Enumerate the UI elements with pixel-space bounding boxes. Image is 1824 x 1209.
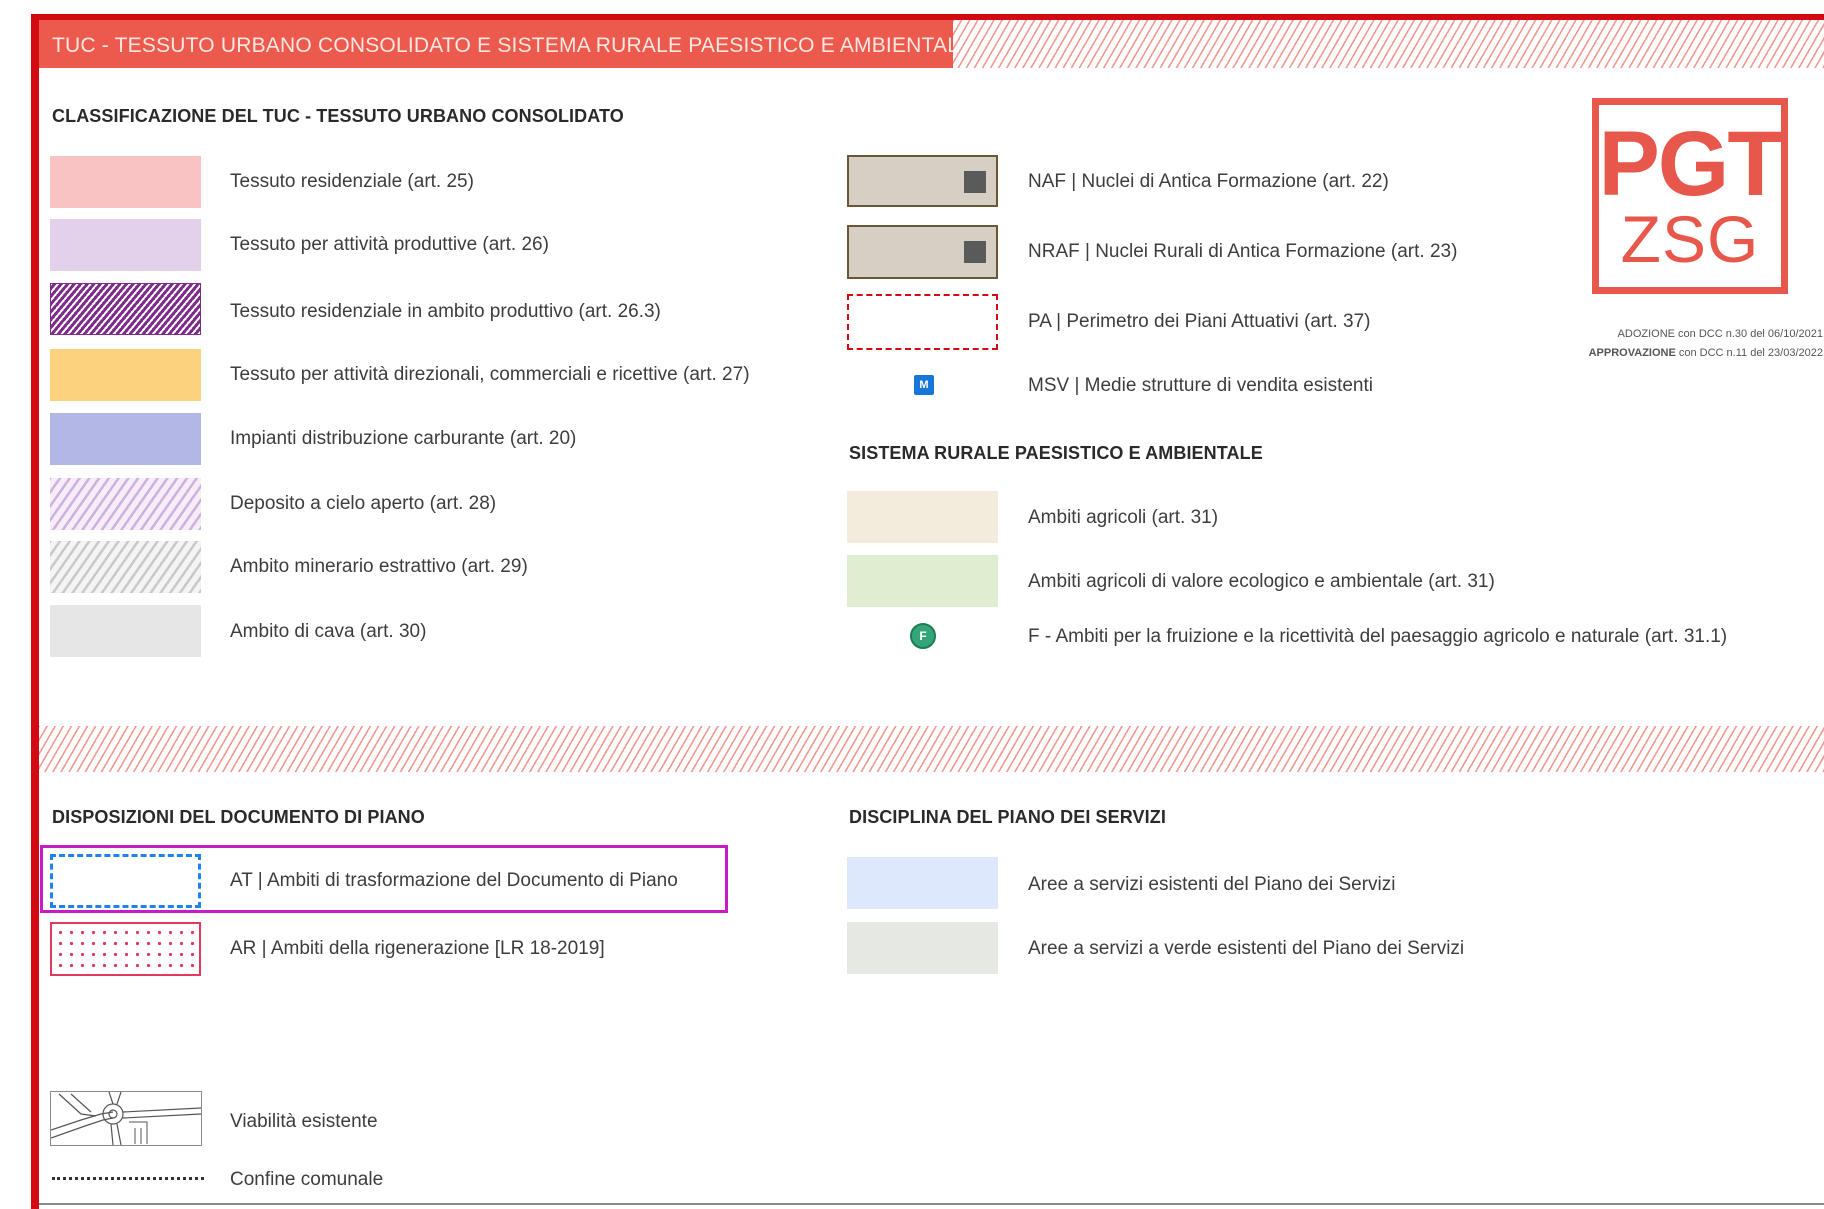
legend-label-viabilita: Viabilità esistente: [230, 1111, 378, 1132]
header-hatch-band: [953, 20, 1824, 68]
legend-label-ambito-cava: Ambito di cava (art. 30): [230, 621, 427, 642]
swatch-residenziale-ambito-produttivo: [50, 283, 201, 335]
legend-label-ambiti-rigenerazione: AR | Ambiti della rigenerazione [LR 18-2…: [230, 938, 605, 959]
separator-hatch-band: [39, 726, 1824, 772]
documento-piano-heading: DISPOSIZIONI DEL DOCUMENTO DI PIANO: [52, 807, 425, 827]
legend-label-residenziale-ambito-produttivo: Tessuto residenziale in ambito produttiv…: [230, 301, 661, 322]
legend-label-aree-servizi: Aree a servizi esistenti del Piano dei S…: [1028, 874, 1396, 895]
approvazione-note: APPROVAZIONE con DCC n.11 del 23/03/2022: [1589, 347, 1823, 359]
legend-label-naf: NAF | Nuclei di Antica Formazione (art. …: [1028, 171, 1389, 192]
legend-label-nraf: NRAF | Nuclei Rurali di Antica Formazion…: [1028, 241, 1458, 262]
approvazione-label: APPROVAZIONE: [1588, 347, 1676, 359]
swatch-deposito-cielo-aperto: [50, 478, 201, 530]
swatch-aree-servizi-verde: [847, 922, 998, 974]
rurale-heading: SISTEMA RURALE PAESISTICO E AMBIENTALE: [849, 443, 1263, 463]
tuc-heading: CLASSIFICAZIONE DEL TUC - TESSUTO URBANO…: [52, 106, 624, 126]
swatch-aree-servizi: [847, 857, 998, 909]
naf-square-marker: [964, 171, 986, 193]
bottom-divider: [39, 1203, 1824, 1205]
logo-text-zsg: ZSG: [1620, 202, 1760, 276]
swatch-ambito-cava: [50, 605, 201, 657]
f-marker-icon: F: [910, 623, 936, 649]
legend-label-ambito-minerario: Ambito minerario estrattivo (art. 29): [230, 556, 528, 577]
msv-marker-icon: M: [914, 375, 934, 395]
swatch-perimetro-piani-attuativi: [847, 294, 998, 350]
legend-label-attivita-produttive: Tessuto per attività produttive (art. 26…: [230, 234, 549, 255]
logo-text-pgt: PGT: [1598, 113, 1783, 215]
dotted-line-icon: [52, 1177, 204, 1180]
legend-label-ambiti-agricoli-ecologici: Ambiti agricoli di valore ecologico e am…: [1028, 571, 1495, 592]
legend-label-fruizione: F - Ambiti per la fruizione e la ricetti…: [1028, 626, 1728, 647]
swatch-nraf: [847, 225, 998, 279]
piano-servizi-heading: DISCIPLINA DEL PIANO DEI SERVIZI: [849, 807, 1166, 827]
legend-label-piani-attuativi: PA | Perimetro dei Piani Attuativi (art.…: [1028, 311, 1371, 332]
legend-label-msv: MSV | Medie strutture di vendita esisten…: [1028, 375, 1373, 396]
adozione-note: ADOZIONE con DCC n.30 del 06/10/2021: [1618, 328, 1823, 340]
legend-label-direzionali-commerciali: Tessuto per attività direzionali, commer…: [230, 364, 750, 385]
swatch-ambiti-rigenerazione: [50, 922, 201, 976]
approvazione-text: con DCC n.11 del 23/03/2022: [1675, 347, 1823, 359]
highlight-box: [40, 845, 728, 913]
adozione-label: ADOZIONE: [1617, 328, 1675, 340]
legend-label-deposito-cielo-aperto: Deposito a cielo aperto (art. 28): [230, 493, 497, 514]
legend-label-distribuzione-carburante: Impianti distribuzione carburante (art. …: [230, 428, 577, 449]
swatch-distribuzione-carburante: [50, 413, 201, 465]
legend-label-tessuto-residenziale: Tessuto residenziale (art. 25): [230, 171, 474, 192]
swatch-ambito-minerario: [50, 541, 201, 593]
swatch-ambiti-agricoli-ecologici: [847, 555, 998, 607]
swatch-attivita-produttive: [50, 219, 201, 271]
legend-label-confine: Confine comunale: [230, 1169, 384, 1190]
road-map-graphic: [50, 1091, 202, 1146]
legend-label-ambiti-agricoli: Ambiti agricoli (art. 31): [1028, 507, 1219, 528]
nraf-square-marker: [964, 241, 986, 263]
swatch-tessuto-residenziale: [50, 156, 201, 208]
legend-frame-left: [31, 14, 39, 1209]
legend-title: TUC - TESSUTO URBANO CONSOLIDATO E SISTE…: [52, 34, 974, 57]
road-map-icon: [50, 1091, 202, 1146]
map-legend: TUC - TESSUTO URBANO CONSOLIDATO E SISTE…: [0, 0, 1824, 1209]
adozione-text: con DCC n.30 del 06/10/2021: [1675, 328, 1823, 340]
swatch-direzionali-commerciali: [50, 349, 201, 401]
legend-label-aree-servizi-verde: Aree a servizi a verde esistenti del Pia…: [1028, 938, 1465, 959]
swatch-ambiti-agricoli: [847, 491, 998, 543]
swatch-naf: [847, 155, 998, 207]
